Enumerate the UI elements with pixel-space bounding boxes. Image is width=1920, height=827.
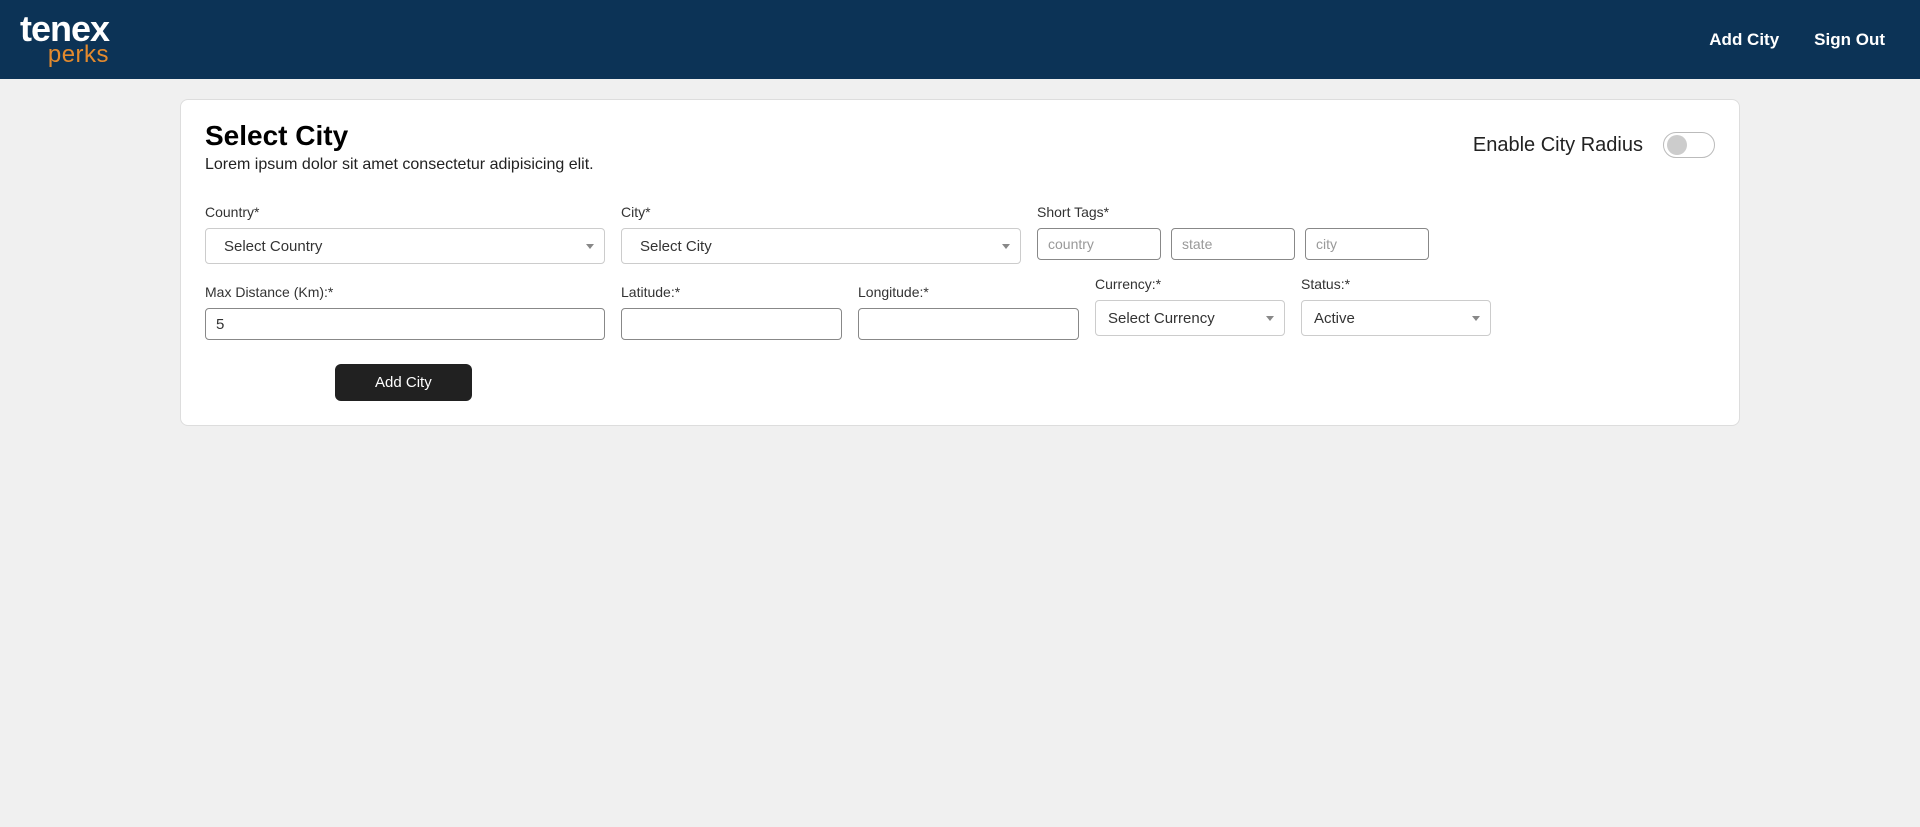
card-title-block: Select City Lorem ipsum dolor sit amet c… [205, 120, 594, 174]
nav-add-city[interactable]: Add City [1709, 30, 1779, 50]
short-tags-field: Short Tags* [1037, 204, 1429, 264]
country-field: Country* Select Country [205, 204, 605, 264]
longitude-field: Longitude:* [858, 284, 1079, 340]
card-header: Select City Lorem ipsum dolor sit amet c… [205, 120, 1715, 174]
form-row-2: Max Distance (Km):* Latitude:* Longitude… [205, 284, 1715, 340]
tags-wrap [1037, 228, 1429, 260]
page-title: Select City [205, 120, 594, 152]
currency-field: Currency:* Select Currency [1095, 276, 1285, 336]
logo: tenex perks [20, 15, 109, 65]
add-city-button[interactable]: Add City [335, 364, 472, 401]
status-field: Status:* Active [1301, 276, 1491, 336]
tag-city-input[interactable] [1305, 228, 1429, 260]
chevron-down-icon [1266, 316, 1274, 321]
tag-country-input[interactable] [1037, 228, 1161, 260]
enable-radius-toggle[interactable] [1663, 132, 1715, 158]
city-label: City* [621, 204, 1021, 220]
longitude-input[interactable] [858, 308, 1079, 340]
status-select[interactable]: Active [1301, 300, 1491, 336]
longitude-label: Longitude:* [858, 284, 1079, 300]
latitude-input[interactable] [621, 308, 842, 340]
toggle-label: Enable City Radius [1473, 134, 1643, 157]
status-selected: Active [1314, 310, 1355, 327]
page-subtitle: Lorem ipsum dolor sit amet consectetur a… [205, 156, 594, 174]
latitude-label: Latitude:* [621, 284, 842, 300]
toggle-knob [1667, 135, 1687, 155]
content-wrap: Select City Lorem ipsum dolor sit amet c… [0, 79, 1920, 446]
header-bar: tenex perks Add City Sign Out [0, 0, 1920, 79]
max-distance-input[interactable] [205, 308, 605, 340]
status-label: Status:* [1301, 276, 1491, 292]
currency-label: Currency:* [1095, 276, 1285, 292]
chevron-down-icon [1002, 244, 1010, 249]
max-distance-label: Max Distance (Km):* [205, 284, 605, 300]
header-nav: Add City Sign Out [1709, 30, 1885, 50]
city-field: City* Select City [621, 204, 1021, 264]
select-city-card: Select City Lorem ipsum dolor sit amet c… [180, 99, 1740, 426]
currency-selected: Select Currency [1108, 310, 1215, 327]
max-distance-field: Max Distance (Km):* [205, 284, 605, 340]
form-row-1: Country* Select Country City* Select Cit… [205, 204, 1715, 264]
currency-status-row: Currency:* Select Currency Status:* Acti… [1095, 276, 1491, 336]
short-tags-label: Short Tags* [1037, 204, 1429, 220]
currency-select[interactable]: Select Currency [1095, 300, 1285, 336]
chevron-down-icon [586, 244, 594, 249]
currency-status-block: Currency:* Select Currency Status:* Acti… [1095, 276, 1491, 340]
country-label: Country* [205, 204, 605, 220]
chevron-down-icon [1472, 316, 1480, 321]
latitude-field: Latitude:* [621, 284, 842, 340]
city-select[interactable]: Select City [621, 228, 1021, 264]
country-select[interactable]: Select Country [205, 228, 605, 264]
country-selected: Select Country [224, 238, 322, 255]
toggle-wrap: Enable City Radius [1473, 132, 1715, 158]
city-selected: Select City [640, 238, 712, 255]
nav-sign-out[interactable]: Sign Out [1814, 30, 1885, 50]
tag-state-input[interactable] [1171, 228, 1295, 260]
